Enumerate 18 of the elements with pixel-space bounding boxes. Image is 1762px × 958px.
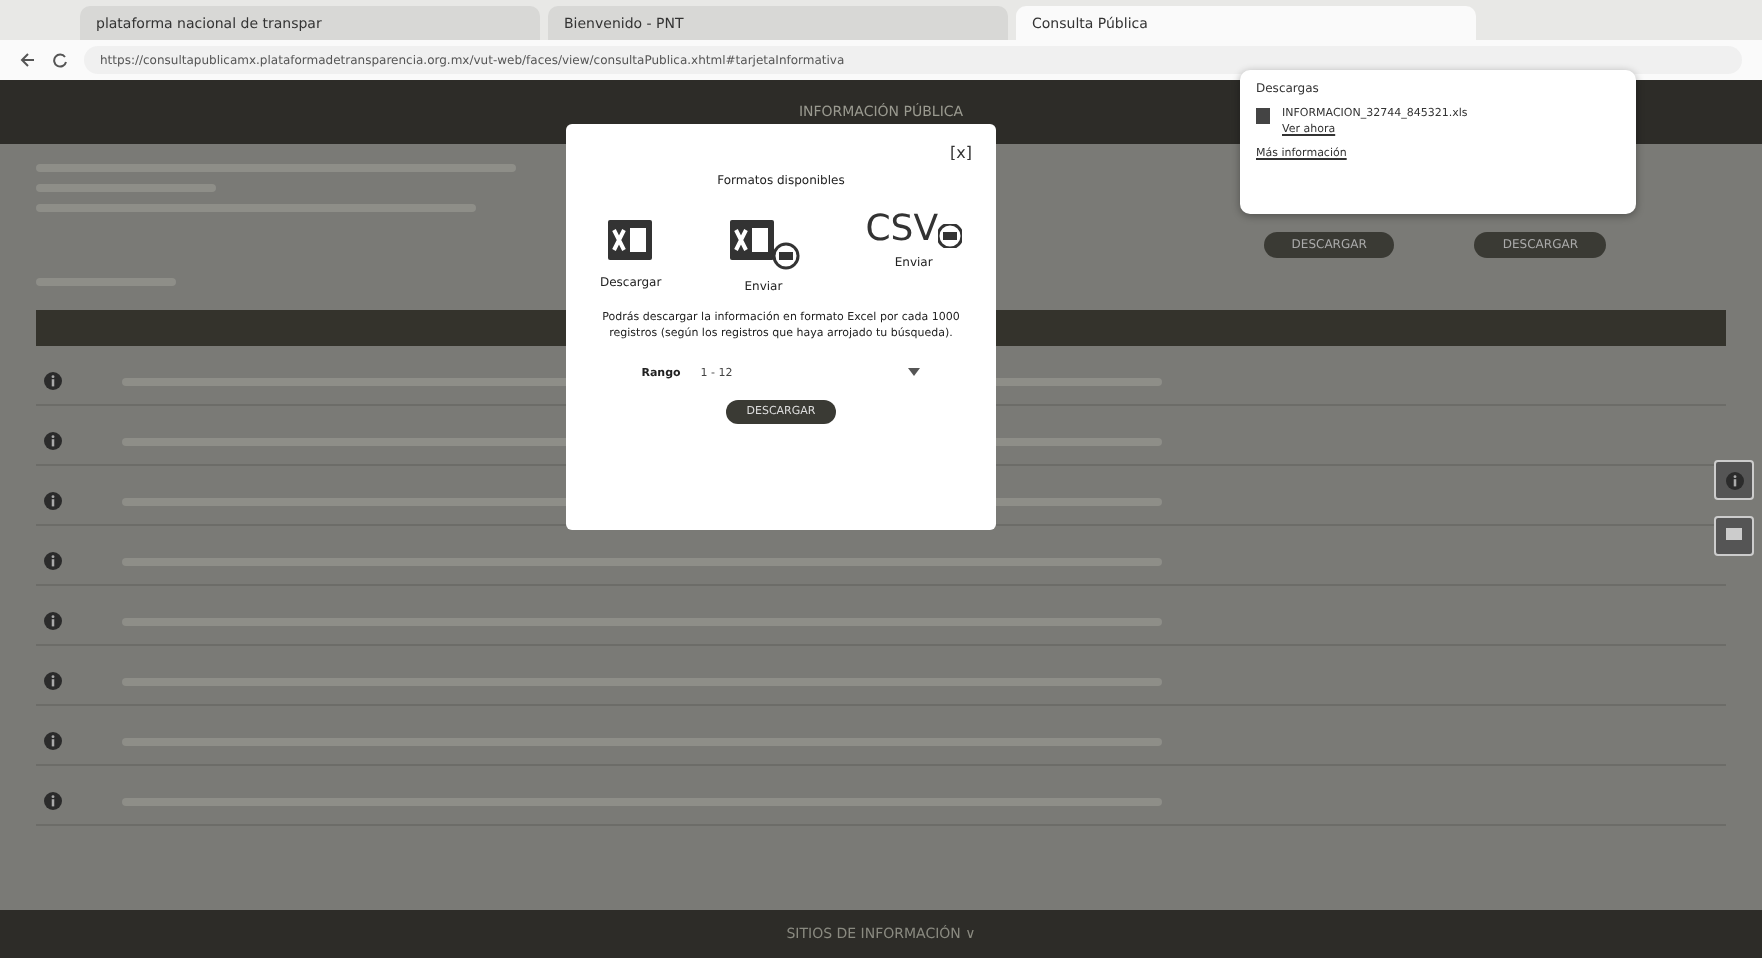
info-icon[interactable] bbox=[44, 432, 62, 450]
close-button[interactable]: [x] bbox=[950, 144, 972, 162]
caret-icon bbox=[908, 367, 921, 375]
csv-mark: CSV bbox=[865, 212, 939, 248]
info-icon[interactable] bbox=[44, 552, 62, 570]
back-icon[interactable] bbox=[20, 52, 36, 68]
info-icon[interactable] bbox=[44, 732, 62, 750]
chat-button[interactable] bbox=[1714, 516, 1754, 556]
info-icon bbox=[1725, 471, 1743, 489]
file-icon bbox=[1256, 108, 1270, 124]
info-icon[interactable] bbox=[44, 612, 62, 630]
info-icon[interactable] bbox=[44, 372, 62, 390]
info-icon[interactable] bbox=[44, 492, 62, 510]
info-button[interactable] bbox=[1714, 460, 1754, 500]
info-icon[interactable] bbox=[44, 792, 62, 810]
mail-icon bbox=[938, 224, 963, 248]
info-icon[interactable] bbox=[44, 672, 62, 690]
refresh-icon[interactable] bbox=[52, 52, 68, 68]
